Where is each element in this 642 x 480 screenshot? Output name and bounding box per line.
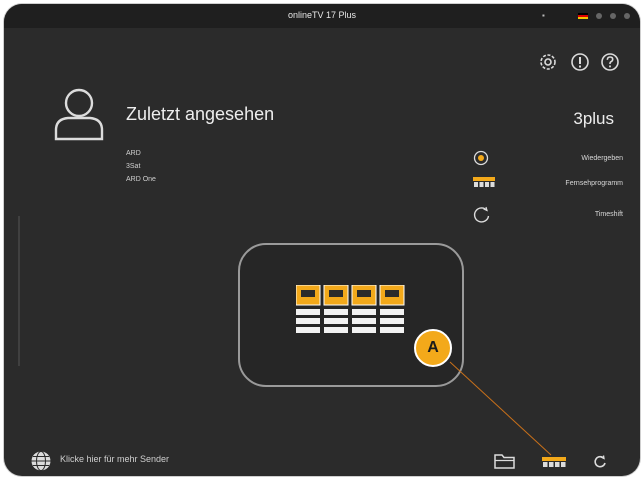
folder-icon[interactable]: [494, 453, 516, 474]
tv-guide-icon-enlarged: [295, 284, 406, 348]
maximize-button[interactable]: [610, 13, 616, 19]
help-icon[interactable]: [600, 52, 620, 72]
tv-guide-label: Fernsehprogramm: [565, 180, 623, 187]
user-avatar-icon[interactable]: [52, 86, 106, 147]
timeshift-action[interactable]: Timeshift: [467, 204, 623, 226]
recent-channel-item[interactable]: ARD: [126, 147, 156, 160]
app-window: onlineTV 17 Plus ▪ Zuletzt angesehen 3pl…: [4, 4, 640, 476]
recent-channel-list: ARD 3Sat ARD One: [126, 147, 156, 186]
refresh-icon[interactable]: [593, 455, 607, 474]
minimize-button[interactable]: [596, 13, 602, 19]
tv-guide-action[interactable]: Fernsehprogramm: [467, 173, 623, 195]
timeshift-label: Timeshift: [594, 211, 623, 218]
globe-icon: [30, 450, 52, 474]
more-channels-text: Klicke hier für mehr Sender: [60, 454, 170, 464]
play-action[interactable]: Wiedergeben: [467, 148, 623, 170]
section-title: Zuletzt angesehen: [126, 104, 275, 124]
language-flag-icon[interactable]: [578, 13, 588, 19]
play-label: Wiedergeben: [581, 155, 623, 162]
recent-channel-item[interactable]: ARD One: [126, 173, 156, 186]
current-channel-name: 3plus: [573, 109, 614, 128]
close-button[interactable]: [624, 13, 630, 19]
callout-badge: A: [414, 329, 452, 367]
recent-channel-item[interactable]: 3Sat: [126, 160, 156, 173]
scrollbar-track[interactable]: [18, 216, 20, 366]
timeshift-icon: [473, 206, 491, 226]
tv-guide-icon[interactable]: [542, 456, 566, 474]
info-icon[interactable]: [570, 52, 590, 72]
play-icon: [473, 150, 489, 168]
settings-icon[interactable]: [538, 52, 558, 72]
tv-guide-icon: [473, 175, 495, 191]
pin-icon[interactable]: ▪: [542, 11, 545, 20]
guide-column: [295, 284, 321, 333]
title-bar: onlineTV 17 Plus ▪: [4, 4, 640, 28]
